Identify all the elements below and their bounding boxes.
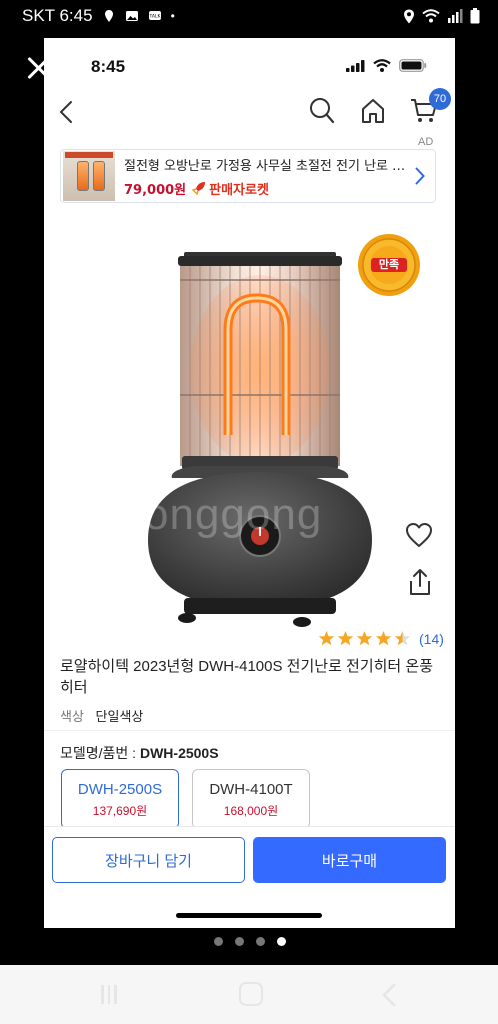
battery-icon [399, 59, 427, 72]
product-image[interactable]: 만족 onggong [44, 210, 455, 650]
satisfaction-badge: 만족 [356, 232, 422, 302]
carrier-time: SKT 6:45 [22, 6, 93, 25]
buy-now-button[interactable]: 바로구매 [253, 837, 446, 883]
model-line: 모델명/품번 : DWH-2500S [60, 743, 219, 763]
android-nav-bar [0, 965, 498, 1024]
heart-icon[interactable] [405, 522, 433, 548]
notification-dot: • [170, 9, 175, 23]
color-label: 색상 [60, 709, 84, 724]
bottom-action-bar: 장바구니 담기 바로구매 [44, 826, 455, 928]
back-button[interactable] [52, 98, 80, 126]
star-rating-icon [318, 631, 411, 646]
recents-button[interactable] [101, 985, 117, 1004]
android-status-bar: SKT 6:45 TALK • [0, 0, 498, 32]
page-dot-active[interactable] [277, 937, 286, 946]
rating[interactable]: (14) [318, 630, 444, 647]
ad-banner[interactable]: 절전형 오방난로 가정용 사무실 초절전 전기 난로 히터 79,000원 판매… [60, 149, 436, 203]
wifi-icon [422, 9, 440, 23]
svg-text:TALK: TALK [148, 14, 161, 20]
talk-icon: TALK [148, 11, 161, 20]
rocket-icon [192, 182, 206, 195]
ad-label: AD [418, 136, 434, 148]
page-dot[interactable] [214, 937, 223, 946]
home-indicator[interactable] [176, 913, 322, 918]
watermark: onggong [144, 490, 323, 539]
page-indicator [214, 937, 286, 946]
location-icon [404, 9, 414, 23]
ios-time: 8:45 [91, 57, 126, 76]
ad-thumbnail [63, 151, 115, 201]
cart-count-badge: 70 [429, 88, 451, 110]
option-card-dwh-2500s[interactable]: DWH-2500S 137,690원 [61, 769, 179, 829]
divider [44, 730, 455, 731]
option-price: 137,690원 [92, 804, 148, 818]
search-icon[interactable] [309, 97, 335, 125]
image-icon [125, 11, 138, 21]
chevron-right-icon [415, 167, 425, 185]
option-card-dwh-4100t[interactable]: DWH-4100T 168,000원 [192, 769, 310, 829]
seller-rocket-badge: 판매자로켓 [192, 179, 269, 198]
location-pin-icon [104, 10, 113, 22]
model-label: 모델명/품번 : [60, 745, 140, 761]
rocket-label: 판매자로켓 [209, 182, 269, 198]
color-value: 단일색상 [95, 709, 144, 724]
page-dot[interactable] [256, 937, 265, 946]
page-dot[interactable] [235, 937, 244, 946]
back-button[interactable] [381, 983, 397, 1007]
satisfaction-badge-text: 만족 [378, 258, 400, 271]
ad-title: 절전형 오방난로 가정용 사무실 초절전 전기 난로 히터 [124, 158, 409, 174]
add-to-cart-button[interactable]: 장바구니 담기 [52, 837, 245, 883]
screenshot-card: 8:45 70 AD 절전형 오방난로 가정용 사무실 초절전 전기 난로 히터… [44, 38, 455, 928]
model-value: DWH-2500S [139, 745, 219, 761]
battery-icon [470, 8, 480, 24]
cellular-icon [346, 59, 365, 72]
home-button[interactable] [239, 982, 263, 1006]
signal-icon [448, 9, 463, 23]
ad-price: 79,000원 [124, 182, 187, 198]
wifi-icon [373, 59, 391, 72]
back-icon [59, 101, 72, 123]
home-icon[interactable] [360, 97, 386, 125]
option-name: DWH-4100T [209, 781, 293, 798]
product-title: 로얄하이텍 2023년형 DWH-4100S 전기난로 전기히터 온풍히터 [60, 658, 434, 696]
ios-status-bar: 8:45 [44, 38, 455, 94]
option-name: DWH-2500S [77, 781, 163, 798]
top-nav: 70 [44, 88, 455, 134]
share-icon[interactable] [408, 568, 432, 596]
review-count[interactable]: (14) [419, 631, 444, 647]
option-price: 168,000원 [223, 804, 279, 818]
color-option-row: 색상 단일색상 [60, 706, 143, 725]
